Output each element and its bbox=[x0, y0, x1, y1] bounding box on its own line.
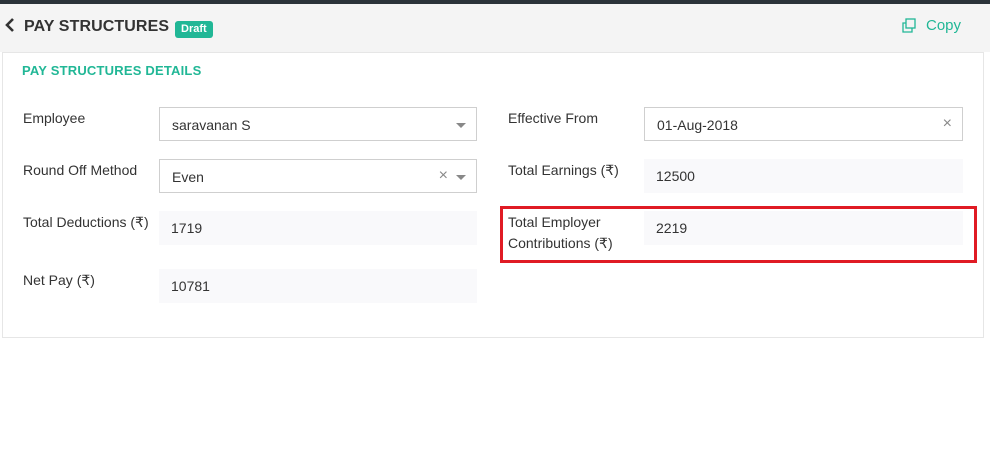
section-title: PAY STRUCTURES DETAILS bbox=[22, 63, 202, 78]
employee-select[interactable]: saravanan S bbox=[159, 107, 477, 141]
close-icon[interactable]: × bbox=[439, 160, 448, 192]
caret-down-icon[interactable] bbox=[456, 123, 466, 128]
page-title: PAY STRUCTURES : bbox=[24, 18, 180, 35]
details-card bbox=[2, 52, 984, 338]
total-deductions-field: 1719 bbox=[159, 211, 477, 245]
total-earnings-field: 12500 bbox=[644, 159, 963, 193]
net-pay-value: 10781 bbox=[171, 278, 210, 294]
total-earnings-label: Total Earnings (₹) bbox=[508, 162, 619, 178]
total-deductions-value: 1719 bbox=[171, 220, 203, 236]
round-off-method-select[interactable]: Even × bbox=[159, 159, 477, 193]
net-pay-field: 10781 bbox=[159, 269, 477, 303]
round-off-method-value: Even bbox=[172, 169, 204, 185]
net-pay-label: Net Pay (₹) bbox=[23, 272, 95, 288]
employee-label: Employee bbox=[23, 110, 86, 126]
employee-value: saravanan S bbox=[172, 117, 251, 133]
copy-icon bbox=[902, 18, 916, 33]
close-icon[interactable]: × bbox=[943, 108, 952, 140]
effective-from-date-field[interactable]: 01-Aug-2018 × bbox=[644, 107, 963, 141]
highlight-box bbox=[500, 206, 977, 263]
caret-down-icon[interactable] bbox=[456, 175, 466, 180]
status-badge: Draft bbox=[175, 21, 213, 38]
total-earnings-value: 12500 bbox=[656, 168, 695, 184]
round-off-method-label: Round Off Method bbox=[23, 162, 138, 178]
effective-from-label: Effective From bbox=[508, 110, 598, 126]
total-deductions-label: Total Deductions (₹) bbox=[23, 214, 149, 230]
copy-button[interactable]: Copy bbox=[902, 17, 961, 34]
effective-from-value: 01-Aug-2018 bbox=[657, 117, 738, 133]
back-chevron-icon[interactable] bbox=[4, 17, 18, 33]
copy-label: Copy bbox=[926, 17, 962, 34]
